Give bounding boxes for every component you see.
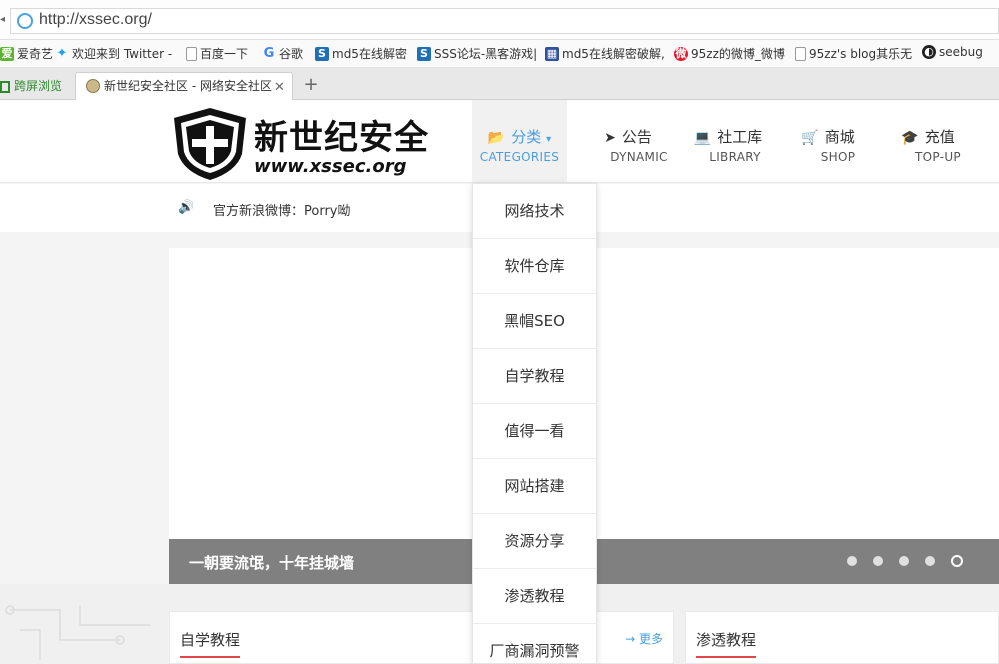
bookmark-label: 95zz's blog其乐无 <box>809 47 913 61</box>
bookmark-label: 谷歌 <box>279 47 304 61</box>
tab-cross-screen[interactable]: 跨屏浏览 <box>0 73 72 100</box>
bookmark-baidu[interactable]: 百度一下 <box>186 45 248 62</box>
nav-label: 商城 <box>824 128 855 146</box>
bookmark-seebug[interactable]: ◐ seebug <box>922 45 983 59</box>
bookmark-label: 欢迎来到 Twitter - <box>72 47 173 61</box>
url-text[interactable]: http://xssec.org/ <box>39 11 152 29</box>
logo-domain: www.xssec.org <box>254 156 407 177</box>
bookmark-md5-crack[interactable]: ▦ md5在线解密破解, <box>545 45 665 62</box>
dropdown-item-pentest[interactable]: 渗透教程 <box>473 569 596 624</box>
tab-xssec[interactable]: 新世纪安全社区 - 网络安全社区 <box>75 72 293 100</box>
nav-sublabel: TOP-UP <box>915 150 961 164</box>
dropdown-item-self-study[interactable]: 自学教程 <box>473 349 596 404</box>
twitter-icon: ✦ <box>56 45 68 61</box>
page-icon <box>795 46 806 61</box>
nav-dynamic[interactable]: ➤ 公告 DYNAMIC <box>578 100 678 182</box>
graduation-cap-icon: 🎓 <box>901 130 919 146</box>
bookmark-iqiyi[interactable]: 爱 爱奇艺 <box>0 45 53 62</box>
nav-shop[interactable]: 🛒 商城 SHOP <box>778 100 878 182</box>
speaker-icon: 🔊 <box>178 200 195 215</box>
address-input[interactable]: http://xssec.org/ <box>10 8 999 34</box>
carousel-dot[interactable] <box>873 556 883 566</box>
folder-open-icon: 📂 <box>487 130 506 146</box>
nav-categories[interactable]: 📂 分类 ▾ CATEGORIES <box>472 100 567 182</box>
dropdown-item-worth-seeing[interactable]: 值得一看 <box>473 404 596 459</box>
bookmark-weibo[interactable]: 微 95zz的微博_微博 <box>674 45 785 62</box>
site-logo[interactable]: 新世纪安全 www.xssec.org <box>170 106 450 181</box>
bookmark-label: 95zz的微博_微博 <box>691 47 785 61</box>
tab-label: 跨屏浏览 <box>14 79 63 93</box>
section-title[interactable]: 自学教程 <box>180 629 241 658</box>
s-icon: S <box>315 46 329 61</box>
bookmark-sss[interactable]: S SSS论坛-黑客游戏| <box>417 45 537 62</box>
carousel-dot[interactable] <box>925 556 935 566</box>
nav-library[interactable]: 💻 社工库 LIBRARY <box>678 100 778 182</box>
bookmark-label: SSS论坛-黑客游戏| <box>434 47 538 61</box>
nav-label: 公告 <box>621 128 652 146</box>
nav-sublabel: SHOP <box>820 150 856 164</box>
globe-icon <box>17 13 33 29</box>
iqiyi-icon: 爱 <box>0 46 14 61</box>
tab-strip: 跨屏浏览 新世纪安全社区 - 网络安全社区 <box>0 68 999 100</box>
bookmark-twitter[interactable]: ✦ 欢迎来到 Twitter - <box>55 45 173 62</box>
dropdown-item-resources[interactable]: 资源分享 <box>473 514 596 569</box>
bookmark-label: seebug <box>939 45 983 59</box>
dropdown-item-network[interactable]: 网络技术 <box>473 184 596 239</box>
dropdown-item-site-building[interactable]: 网站搭建 <box>473 459 596 514</box>
s-icon: S <box>417 46 431 61</box>
nav-label: 充值 <box>924 128 955 146</box>
page-icon <box>186 46 197 61</box>
logo-title: 新世纪安全 <box>254 118 429 158</box>
more-link[interactable]: → 更多 <box>625 630 663 647</box>
shield-logo-icon <box>174 108 246 180</box>
bookmark-google[interactable]: G 谷歌 <box>262 45 303 62</box>
nav-label: 分类 <box>511 128 542 146</box>
screen-icon <box>0 81 10 93</box>
nav-sublabel: CATEGORIES <box>479 150 560 164</box>
dropdown-item-blackhat-seo[interactable]: 黑帽SEO <box>473 294 596 349</box>
bookmark-md5[interactable]: S md5在线解密 <box>315 45 407 62</box>
paper-plane-icon: ➤ <box>604 130 616 146</box>
bookmarks-bar: 爱 爱奇艺 ✦ 欢迎来到 Twitter - 百度一下 G 谷歌 S md5在线… <box>0 40 999 68</box>
caret-down-icon: ▾ <box>546 134 552 145</box>
section-tutorials: 自学教程 → 更多 <box>169 611 674 664</box>
carousel-dot[interactable] <box>847 556 857 566</box>
grid-icon: ▦ <box>545 46 559 61</box>
section-pentest: 渗透教程 <box>685 611 999 664</box>
notice-text[interactable]: 官方新浪微博：Porry呦 <box>213 200 350 219</box>
back-arrow-icon[interactable]: ◂ <box>0 14 8 25</box>
laptop-icon: 💻 <box>693 130 712 146</box>
tab-close-icon[interactable]: ✕ <box>274 80 285 95</box>
carousel-dot[interactable] <box>899 556 909 566</box>
site-favicon-icon <box>86 79 100 93</box>
bookmark-label: md5在线解密破解, <box>562 47 665 61</box>
tab-label: 新世纪安全社区 - 网络安全社区 <box>104 79 272 93</box>
google-icon: G <box>263 45 275 61</box>
dropdown-item-software[interactable]: 软件仓库 <box>473 239 596 294</box>
cart-icon: 🛒 <box>801 130 819 146</box>
bookmark-label: 爱奇艺 <box>17 47 54 61</box>
nav-sublabel: LIBRARY <box>709 150 761 164</box>
bookmark-label: 百度一下 <box>200 47 249 61</box>
nav-sublabel: DYNAMIC <box>610 150 668 164</box>
carousel-dot-active[interactable] <box>951 555 963 567</box>
section-title[interactable]: 渗透教程 <box>696 629 757 658</box>
new-tab-button[interactable]: + <box>300 74 322 96</box>
weibo-icon: 微 <box>674 46 688 61</box>
categories-dropdown: 网络技术 软件仓库 黑帽SEO 自学教程 值得一看 网站搭建 资源分享 渗透教程… <box>472 183 597 664</box>
site-header: 新世纪安全 www.xssec.org 📂 分类 ▾ CATEGORIES ➤ 公告… <box>0 100 999 183</box>
bookmark-blog[interactable]: 95zz's blog其乐无 <box>795 45 912 62</box>
seebug-icon: ◐ <box>922 45 936 59</box>
dropdown-item-vuln-alert[interactable]: 厂商漏洞预警 <box>473 624 596 664</box>
carousel-dots <box>847 555 963 567</box>
bookmark-label: md5在线解密 <box>332 47 407 61</box>
nav-label: 社工库 <box>717 128 763 146</box>
address-bar-area: ◂ http://xssec.org/ <box>0 0 999 40</box>
circuit-decoration <box>5 605 150 660</box>
nav-topup[interactable]: 🎓 充值 TOP-UP <box>878 100 978 182</box>
banner-caption-text: 一朝要流氓，十年挂城墙 <box>189 554 355 572</box>
